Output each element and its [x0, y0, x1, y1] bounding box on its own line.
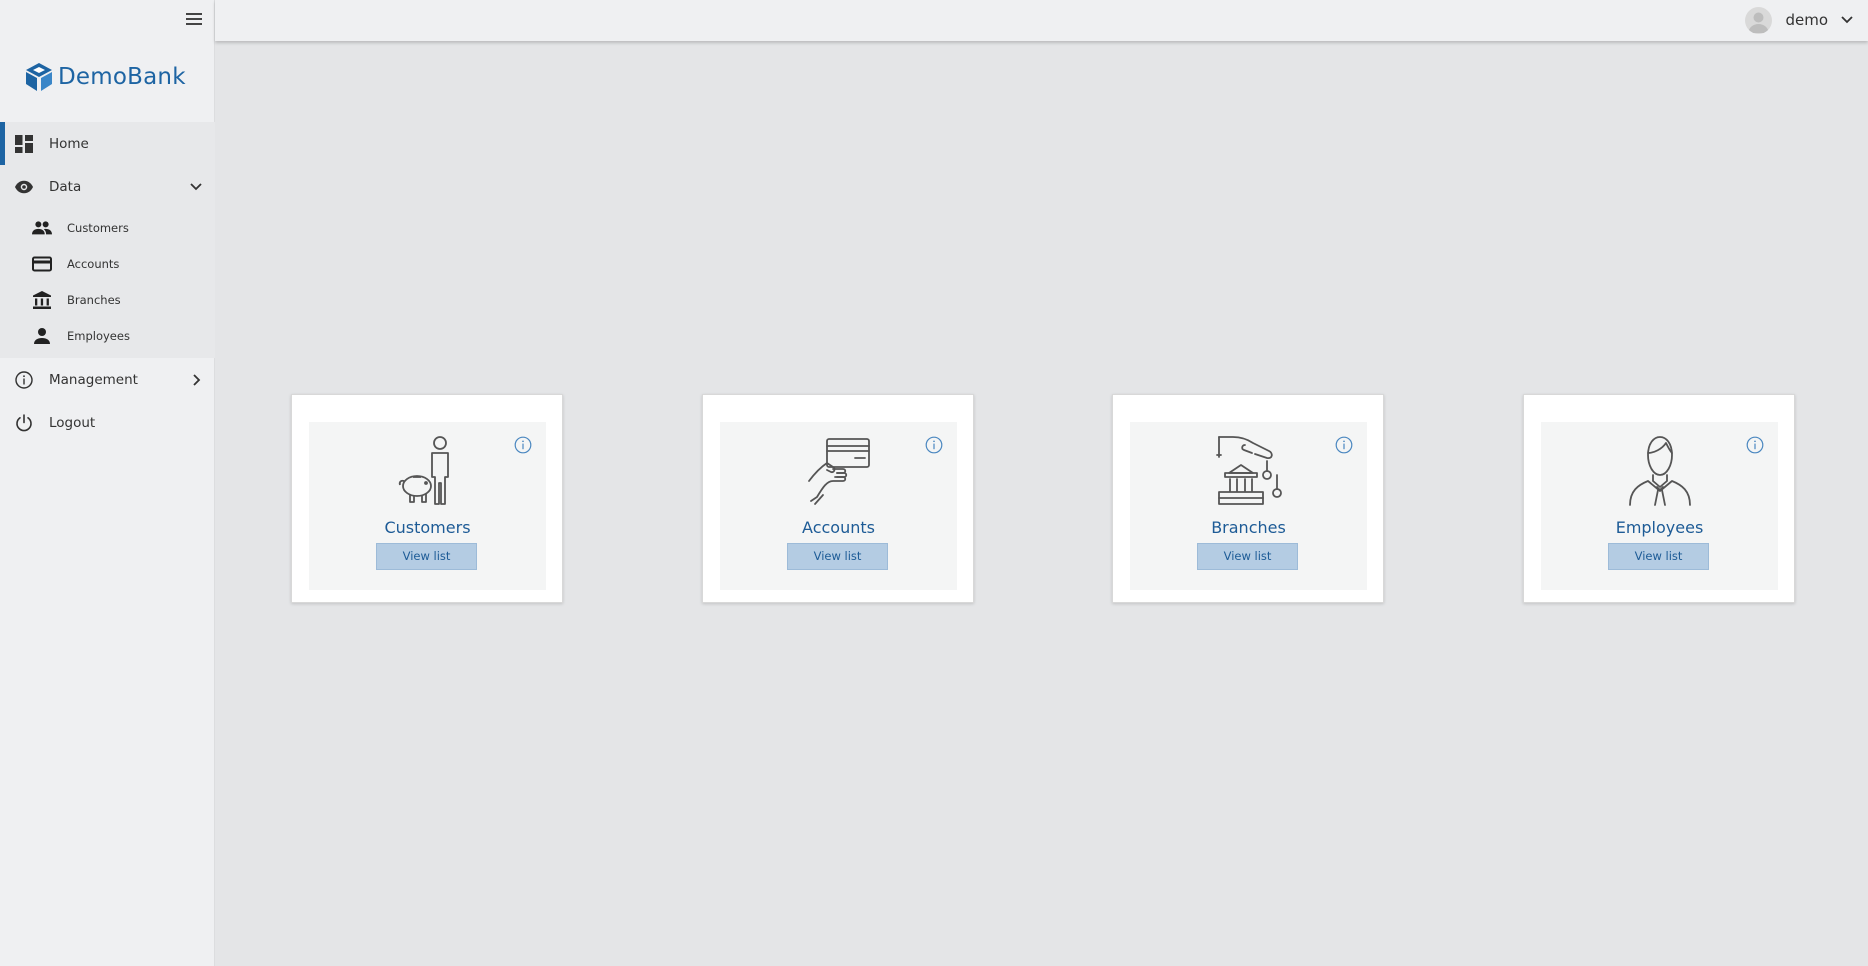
- sidebar-item-label: Data: [49, 178, 82, 195]
- info-icon[interactable]: [1335, 436, 1353, 454]
- sidebar-item-label: Logout: [49, 414, 96, 431]
- avatar: [1745, 6, 1773, 34]
- sidebar: DemoBank Home Data Customers Accounts Br…: [0, 0, 215, 966]
- sidebar-item-management[interactable]: Management: [0, 358, 215, 401]
- chevron-down-icon: [1841, 16, 1853, 24]
- card-title: Accounts: [802, 518, 875, 537]
- sidebar-item-branches[interactable]: Branches: [0, 282, 215, 318]
- card-body: Employees View list: [1541, 422, 1778, 590]
- sidebar-nav: Home Data Customers Accounts Branches Em…: [0, 122, 215, 444]
- logo-text: DemoBank: [58, 64, 186, 90]
- info-icon[interactable]: [514, 436, 532, 454]
- sidebar-item-logout[interactable]: Logout: [0, 401, 215, 444]
- piggy-bank-person-icon: [398, 436, 449, 505]
- card-body: Branches View list: [1130, 422, 1367, 590]
- power-icon: [16, 413, 32, 431]
- view-list-button[interactable]: View list: [787, 543, 888, 570]
- hand-card-icon: [807, 438, 870, 505]
- sidebar-item-data[interactable]: Data: [0, 165, 215, 208]
- sidebar-item-customers[interactable]: Customers: [0, 210, 215, 246]
- bank-hand-icon: [1215, 436, 1282, 505]
- logo-mark-icon: [26, 63, 52, 91]
- card-body: Customers View list: [309, 422, 546, 590]
- user-avatar-icon: [1748, 12, 1770, 33]
- bank-icon: [33, 291, 51, 309]
- sidebar-item-label: Customers: [67, 221, 129, 235]
- person-icon: [34, 328, 50, 344]
- logo[interactable]: DemoBank: [24, 62, 186, 92]
- dashboard-icon: [15, 134, 33, 153]
- view-list-button[interactable]: View list: [376, 543, 477, 570]
- sidebar-item-label: Employees: [67, 329, 130, 343]
- eye-icon: [15, 180, 33, 193]
- chevron-right-icon: [193, 373, 201, 386]
- employee-icon: [1628, 436, 1691, 506]
- info-icon[interactable]: [1746, 436, 1764, 454]
- card-title: Branches: [1211, 518, 1286, 537]
- sidebar-item-employees[interactable]: Employees: [0, 318, 215, 354]
- credit-card-icon: [32, 256, 52, 272]
- card-title: Customers: [384, 518, 471, 537]
- card-body: Accounts View list: [720, 422, 957, 590]
- sidebar-item-label: Branches: [67, 293, 121, 307]
- sidebar-item-home[interactable]: Home: [0, 122, 215, 165]
- info-icon[interactable]: [925, 436, 943, 454]
- sidebar-item-label: Accounts: [67, 257, 120, 271]
- card-accounts: Accounts View list: [702, 394, 974, 603]
- sidebar-item-accounts[interactable]: Accounts: [0, 246, 215, 282]
- card-employees: Employees View list: [1523, 394, 1795, 603]
- chevron-down-icon: [190, 182, 202, 190]
- info-icon: [15, 370, 33, 389]
- data-submenu: Customers Accounts Branches Employees: [0, 208, 215, 358]
- view-list-button[interactable]: View list: [1197, 543, 1298, 570]
- card-title: Employees: [1615, 518, 1704, 537]
- people-icon: [32, 221, 52, 235]
- top-bar: demo: [215, 0, 1868, 41]
- menu-toggle-icon[interactable]: [183, 9, 205, 29]
- view-list-button[interactable]: View list: [1608, 543, 1709, 570]
- sidebar-item-label: Home: [49, 135, 89, 152]
- card-customers: Customers View list: [291, 394, 563, 603]
- user-menu[interactable]: demo: [1745, 6, 1854, 34]
- sidebar-item-label: Management: [49, 371, 138, 388]
- card-branches: Branches View list: [1112, 394, 1384, 603]
- username: demo: [1785, 11, 1828, 29]
